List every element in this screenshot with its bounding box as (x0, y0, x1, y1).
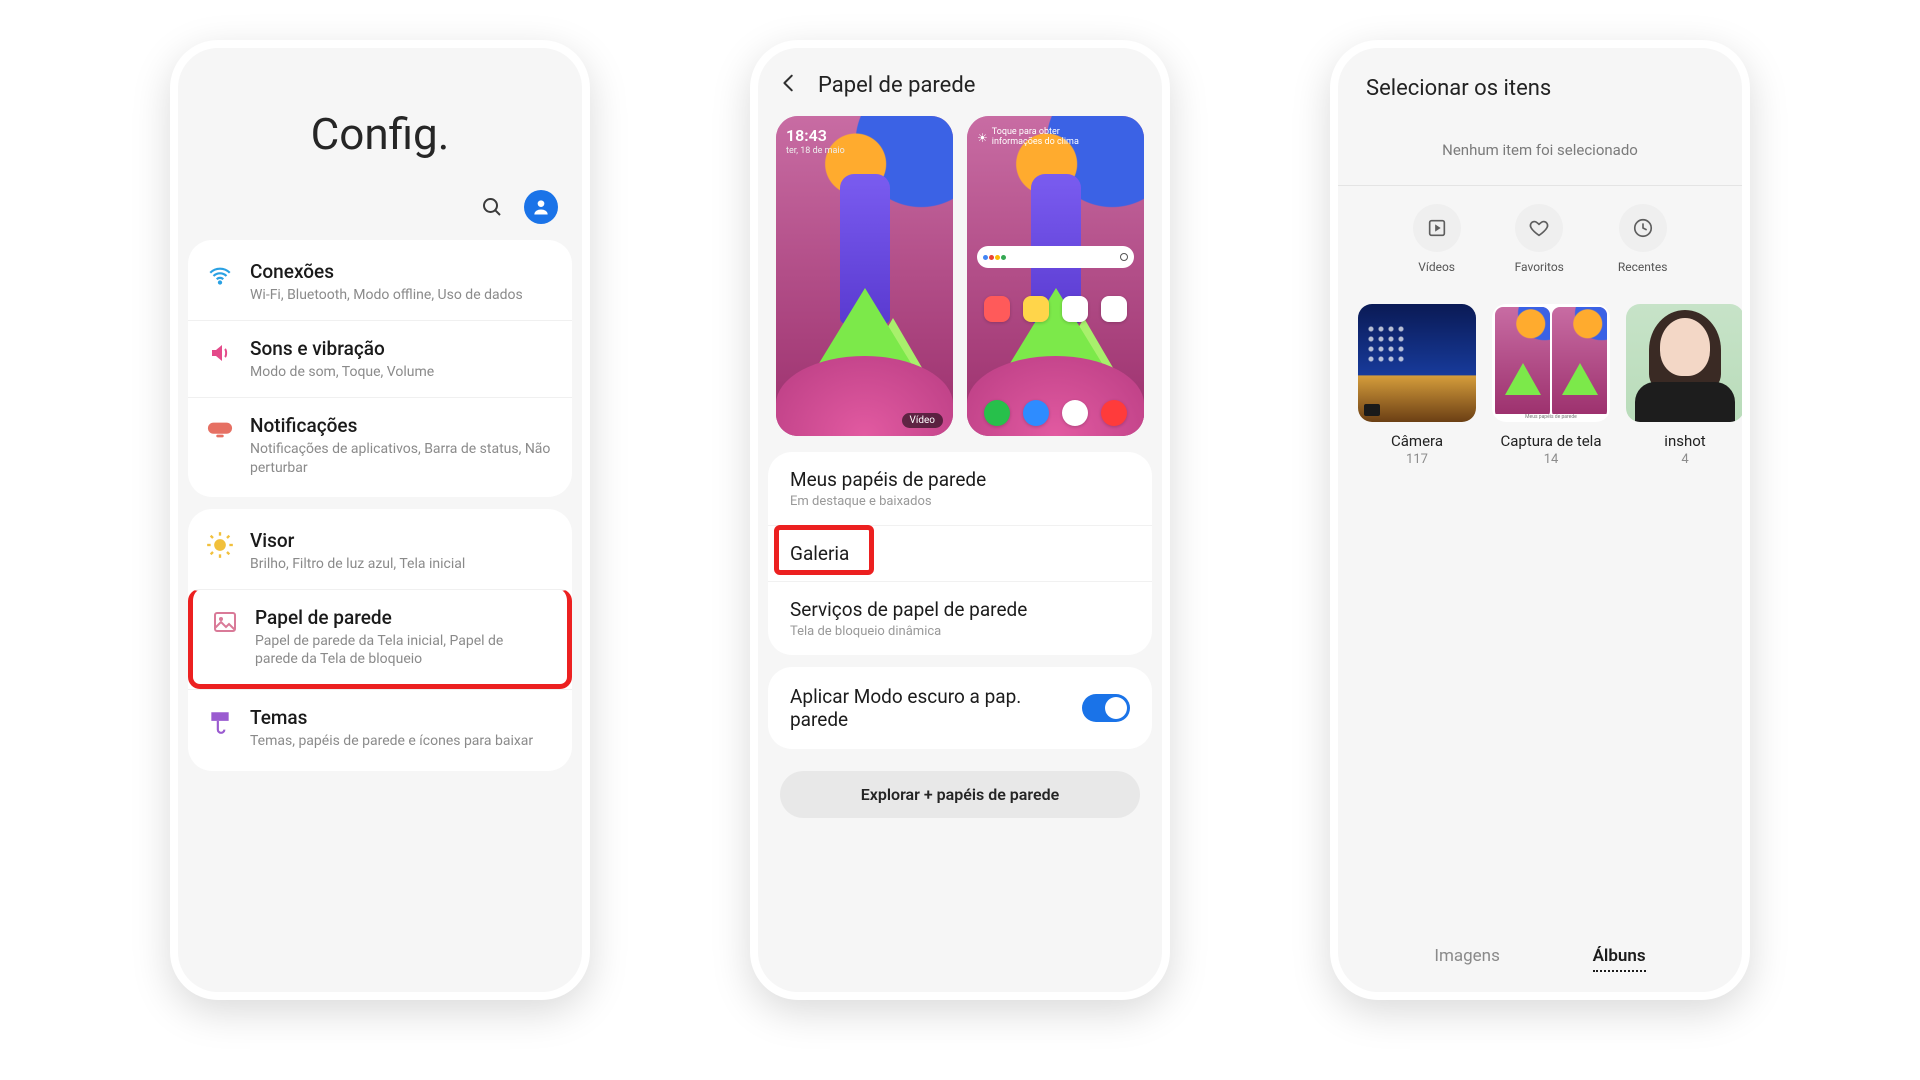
filter-favorites[interactable]: Favoritos (1515, 204, 1564, 274)
tab-albums[interactable]: Álbuns (1593, 946, 1646, 972)
wallpaper-header: Papel de parede (758, 48, 1162, 116)
settings-group-1: Conexões Wi-Fi, Bluetooth, Modo offline,… (188, 240, 572, 497)
wallpaper-sources: Meus papéis de parede Em destaque e baix… (768, 452, 1152, 655)
item-title: Temas (250, 706, 533, 729)
wifi-icon (206, 262, 234, 290)
settings-item-sounds[interactable]: Sons e vibração Modo de som, Toque, Volu… (188, 320, 572, 397)
home-app-row (977, 296, 1134, 322)
item-subtitle: Wi-Fi, Bluetooth, Modo offline, Uso de d… (250, 286, 523, 304)
filter-recent[interactable]: Recentes (1618, 204, 1668, 274)
settings-item-themes[interactable]: Temas Temas, papéis de parede e ícones p… (188, 689, 572, 766)
weather-widget: ☀ Toque para obter informações do clima (977, 128, 1102, 148)
notifications-icon (206, 416, 234, 444)
album-thumbnail: Meus papéis de parede (1492, 304, 1610, 422)
lock-time: 18:43 (786, 126, 827, 145)
search-icon[interactable] (480, 195, 504, 219)
item-title: Sons e vibração (250, 337, 434, 360)
source-services[interactable]: Serviços de papel de parede Tela de bloq… (768, 581, 1152, 655)
heart-icon (1515, 204, 1563, 252)
item-subtitle: Brilho, Filtro de luz azul, Tela inicial (250, 555, 465, 573)
page-title: Selecionar os itens (1338, 48, 1742, 107)
page-title: Config. (218, 108, 542, 160)
settings-group-2: Visor Brilho, Filtro de luz azul, Tela i… (188, 509, 572, 771)
lock-date: ter, 18 de maio (786, 146, 845, 156)
item-subtitle: Temas, papéis de parede e ícones para ba… (250, 732, 533, 750)
bottom-tabs: Imagens Álbuns (1338, 946, 1742, 972)
lockscreen-preview[interactable]: 18:43 ter, 18 de maio Vídeo (776, 116, 953, 436)
settings-toolbar (178, 190, 582, 240)
settings-item-wallpaper[interactable]: Papel de parede Papel de parede da Tela … (188, 589, 572, 689)
source-gallery[interactable]: Galeria (768, 525, 1152, 581)
google-search-widget (977, 246, 1134, 268)
empty-state-text: Nenhum item foi selecionado (1338, 107, 1742, 185)
dark-mode-card: Aplicar Modo escuro a pap. parede (768, 667, 1152, 749)
brush-icon (206, 708, 234, 736)
item-title: Visor (250, 529, 465, 552)
profile-avatar[interactable] (524, 190, 558, 224)
settings-item-display[interactable]: Visor Brilho, Filtro de luz azul, Tela i… (188, 513, 572, 589)
explore-wallpapers-button[interactable]: Explorar + papéis de parede (780, 771, 1140, 818)
picture-icon (211, 608, 239, 636)
album-thumbnail (1358, 304, 1476, 422)
item-title: Papel de parede (255, 606, 549, 629)
settings-item-notifications[interactable]: Notificações Notificações de aplicativos… (188, 397, 572, 492)
phone-wallpaper: Papel de parede 18:43 ter, 18 de maio Ví… (750, 40, 1170, 1000)
album-camera[interactable]: Câmera 117 (1358, 304, 1476, 467)
album-screenshots[interactable]: Meus papéis de parede Captura de tela 14 (1492, 304, 1610, 467)
item-title: Conexões (250, 260, 523, 283)
settings-header: Config. (178, 48, 582, 190)
wallpaper-previews: 18:43 ter, 18 de maio Vídeo ☀ Toque para… (758, 116, 1162, 452)
toggle-switch[interactable] (1082, 694, 1130, 722)
tab-images[interactable]: Imagens (1434, 946, 1500, 972)
homescreen-preview[interactable]: ☀ Toque para obter informações do clima (967, 116, 1144, 436)
video-indicator-icon (1364, 404, 1380, 416)
clock-icon (1619, 204, 1667, 252)
divider (1338, 185, 1742, 186)
sun-icon (206, 531, 234, 559)
album-grid: Câmera 117 Meus papéis de parede Captura… (1338, 280, 1742, 467)
page-title: Papel de parede (818, 73, 975, 98)
album-inshot[interactable]: inshot 4 (1626, 304, 1744, 467)
source-my-wallpapers[interactable]: Meus papéis de parede Em destaque e baix… (768, 452, 1152, 525)
item-subtitle: Papel de parede da Tela inicial, Papel d… (255, 632, 549, 668)
settings-item-connections[interactable]: Conexões Wi-Fi, Bluetooth, Modo offline,… (188, 244, 572, 320)
sound-icon (206, 339, 234, 367)
home-dock-row (977, 400, 1134, 426)
phone-gallery-picker: Selecionar os itens Nenhum item foi sele… (1330, 40, 1750, 1000)
item-subtitle: Notificações de aplicativos, Barra de st… (250, 440, 554, 476)
filter-row: Vídeos Favoritos Recentes (1338, 204, 1742, 280)
video-badge: Vídeo (902, 413, 944, 428)
item-title: Notificações (250, 414, 554, 437)
item-subtitle: Modo de som, Toque, Volume (250, 363, 434, 381)
filter-videos[interactable]: Vídeos (1413, 204, 1461, 274)
dark-mode-toggle-row[interactable]: Aplicar Modo escuro a pap. parede (768, 667, 1152, 749)
play-icon (1413, 204, 1461, 252)
phone-settings: Config. Conexões Wi-Fi, Bluetooth, Modo … (170, 40, 590, 1000)
back-icon[interactable] (778, 72, 800, 98)
album-thumbnail (1626, 304, 1744, 422)
